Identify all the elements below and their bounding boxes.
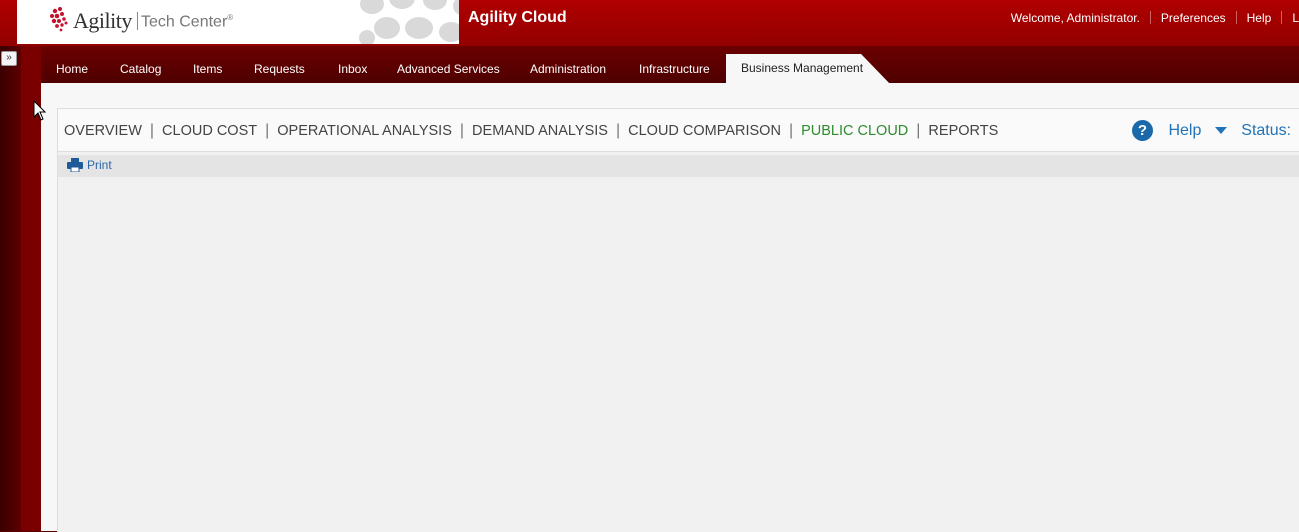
subnav-cloud-cost[interactable]: CLOUD COST [162,123,257,139]
tab-catalog[interactable]: Catalog [120,62,161,76]
subnav-demand-analysis[interactable]: DEMAND ANALYSIS [472,123,608,139]
subnav-public-cloud[interactable]: PUBLIC CLOUD [801,123,908,139]
subnav-reports[interactable]: REPORTS [928,123,998,139]
subnav-list: OVERVIEW | CLOUD COST | OPERATIONAL ANALYSIS… [64,122,998,140]
tab-administration[interactable]: Administration [530,62,606,76]
logo: Agility Tech Center® [17,0,459,44]
separator: | [916,122,921,139]
question-icon[interactable]: ? [1132,120,1153,141]
tab-home[interactable]: Home [56,62,88,76]
print-button[interactable]: Print [67,158,112,173]
status-label: Status: [1241,121,1292,139]
help-link[interactable]: Help [1247,11,1272,25]
tab-inbox[interactable]: Inbox [338,62,367,76]
preferences-link[interactable]: Preferences [1161,11,1226,25]
help-status-controls: ? Help Status: [1132,120,1291,142]
separator: | [459,122,465,139]
tab-advanced-services[interactable]: Advanced Services [397,62,500,76]
separator: | [265,122,270,139]
divider [1281,11,1283,24]
main-nav: Home Catalog Items Requests Inbox Advanc… [41,46,1299,83]
subnav-operational-analysis[interactable]: OPERATIONAL ANALYSIS [277,123,452,139]
divider [1235,11,1237,24]
double-chevron-right-icon: » [6,52,12,63]
logo-name: Agility [73,8,132,33]
separator: | [615,122,621,139]
printer-icon [67,158,83,173]
print-label: Print [87,158,112,172]
separator: | [149,122,155,139]
logo-divider [137,12,138,30]
help-dropdown-label[interactable]: Help [1168,122,1201,139]
toolbar: Print [58,155,1299,177]
expand-sidebar-button[interactable]: » [1,51,17,66]
subnav-overview[interactable]: OVERVIEW [64,123,142,139]
welcome-link[interactable]: Welcome, Administrator. [1011,11,1140,25]
main-panel: OVERVIEW | CLOUD COST | OPERATIONAL ANALYSIS… [57,108,1299,532]
tab-business-management[interactable]: Business Management [726,54,889,83]
sub-navigation: OVERVIEW | CLOUD COST | OPERATIONAL ANALYSIS… [58,109,1299,152]
logo-mark-icon [50,7,68,32]
logo-subtitle: Tech Center® [141,13,234,31]
app-title: Agility Cloud [468,9,567,26]
globe-graphic-icon [359,0,459,44]
mouse-cursor-icon [33,100,47,121]
tab-items[interactable]: Items [193,62,222,76]
divider [1149,11,1151,24]
separator: | [788,122,794,139]
tab-requests[interactable]: Requests [254,62,305,76]
top-header: Agility Tech Center® Agility Cloud Welco… [0,0,1299,46]
tab-infrastructure[interactable]: Infrastructure [639,62,710,76]
subnav-cloud-comparison[interactable]: CLOUD COMPARISON [628,123,781,139]
user-links: Welcome, Administrator. Preferences Help L [1011,11,1299,25]
chevron-down-icon[interactable] [1214,127,1227,134]
logout-link[interactable]: L [1292,11,1299,25]
